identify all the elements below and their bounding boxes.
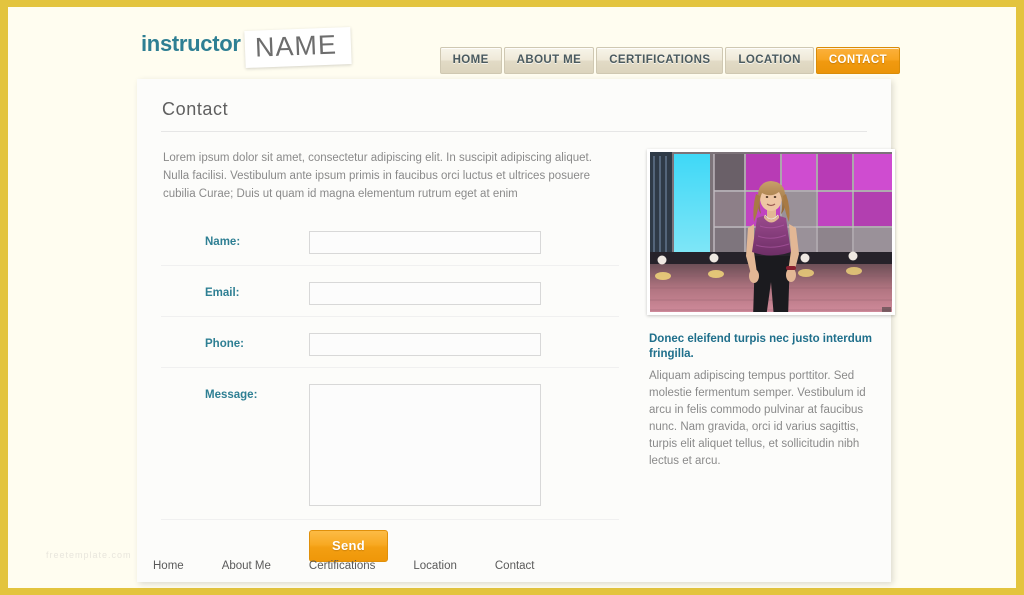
content-panel: Contact Lorem ipsum dolor sit amet, cons…	[137, 79, 895, 582]
footer-item-about-me[interactable]: About Me	[222, 560, 271, 572]
left-column: Lorem ipsum dolor sit amet, consectetur …	[161, 149, 619, 562]
right-column: Donec eleifend turpis nec justo interdum…	[647, 149, 895, 562]
email-input[interactable]	[309, 282, 541, 305]
form-row-name: Name:	[161, 225, 619, 266]
send-button[interactable]: Send	[309, 530, 388, 562]
form-row-email: Email:	[161, 276, 619, 317]
nav-item-location[interactable]: LOCATION	[725, 47, 814, 74]
footer-item-location[interactable]: Location	[413, 560, 456, 572]
logo-secondary-text: NAME	[254, 29, 338, 63]
phone-label: Phone:	[205, 338, 244, 350]
footer-item-home[interactable]: Home	[153, 560, 184, 572]
name-input[interactable]	[309, 231, 541, 254]
phone-input[interactable]	[309, 333, 541, 356]
message-textarea[interactable]	[309, 384, 541, 506]
site-logo[interactable]: instructor NAME	[141, 26, 352, 69]
message-label: Message:	[205, 389, 258, 401]
instructor-photo	[647, 149, 895, 315]
submit-row: Send	[161, 530, 619, 562]
content-columns: Lorem ipsum dolor sit amet, consectetur …	[161, 149, 895, 562]
name-label: Name:	[205, 236, 241, 248]
site-footer: Home About Me Certifications Location Co…	[137, 560, 891, 572]
contact-form: Name: Email: Phone: Message: Send	[161, 225, 619, 562]
nav-item-home[interactable]: HOME	[439, 47, 502, 74]
nav-item-about-me[interactable]: ABOUT ME	[503, 47, 595, 74]
form-row-phone: Phone:	[161, 327, 619, 368]
logo-card: NAME	[244, 26, 352, 69]
footer-item-certifications[interactable]: Certifications	[309, 560, 375, 572]
title-divider	[161, 131, 867, 132]
page-root: instructor NAME HOME ABOUT ME CERTIFICATI…	[8, 7, 1016, 588]
primary-navigation: HOME ABOUT ME CERTIFICATIONS LOCATION CO…	[439, 47, 900, 74]
nav-item-certifications[interactable]: CERTIFICATIONS	[596, 47, 724, 74]
form-row-message: Message:	[161, 378, 619, 520]
footer-item-contact[interactable]: Contact	[495, 560, 535, 572]
intro-paragraph: Lorem ipsum dolor sit amet, consectetur …	[163, 152, 592, 200]
watermark-text: freetemplate.com	[46, 550, 132, 560]
footer-navigation: Home About Me Certifications Location Co…	[137, 560, 891, 572]
sidebar-heading: Donec eleifend turpis nec justo interdum…	[649, 333, 873, 360]
nav-item-contact[interactable]: CONTACT	[815, 47, 900, 74]
sidebar-body-text: Aliquam adipiscing tempus porttitor. Sed…	[649, 370, 866, 467]
page-title: Contact	[162, 99, 229, 119]
site-header: instructor NAME HOME ABOUT ME CERTIFICATI…	[8, 7, 1016, 79]
email-label: Email:	[205, 287, 240, 299]
logo-primary-text: instructor	[141, 31, 241, 56]
